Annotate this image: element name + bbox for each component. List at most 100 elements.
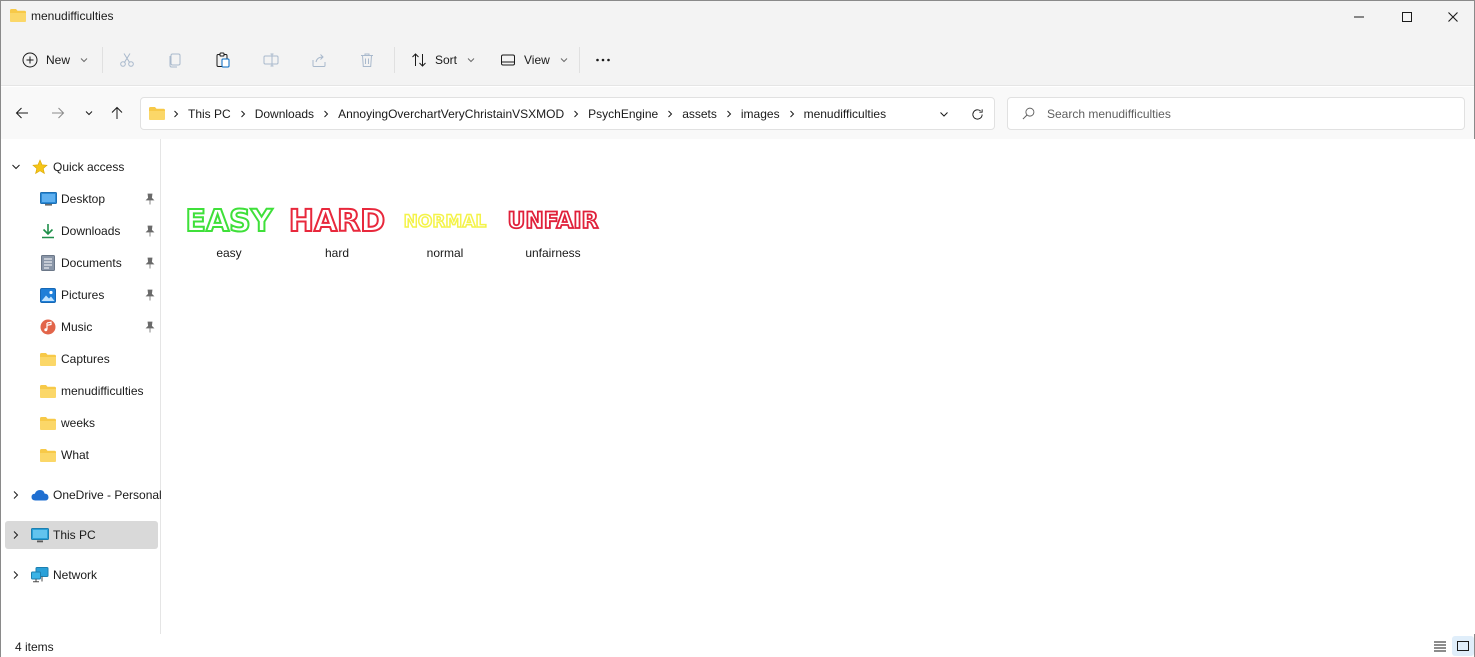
new-label: New [46,53,71,67]
refresh-icon [971,108,983,120]
pin-icon [145,289,155,301]
search-box[interactable] [1007,97,1465,130]
sidebar-item-music[interactable]: Music [5,313,158,341]
back-button[interactable] [10,101,34,125]
sidebar-item-downloads[interactable]: Downloads [5,217,158,245]
documents-icon [39,255,57,271]
breadcrumb-assets[interactable]: assets [682,107,717,121]
title-bar: menudifficulties [1,1,1474,33]
view-button[interactable]: View [500,45,568,75]
sidebar-item-label: Pictures [61,288,105,302]
maximize-icon [1402,12,1412,22]
file-name: easy [216,246,242,260]
thumbnail-text: HARD [288,204,386,239]
thumbnail-text: UNFAIR [507,208,600,235]
close-button[interactable] [1430,1,1475,33]
sidebar-item-network[interactable]: Network [5,561,158,589]
status-bar: 4 items [1,634,1474,657]
new-button[interactable]: New [22,45,88,75]
sidebar-item-onedrive[interactable]: OneDrive - Personal [5,481,162,509]
sidebar-item-label: OneDrive - Personal [53,488,162,502]
view-icon [501,54,515,66]
sidebar-item-documents[interactable]: Documents [5,249,158,277]
up-button[interactable] [105,101,129,125]
file-list: EASY easy HARD hard NORMAL normal UNFAIR… [162,139,1475,634]
minimize-button[interactable] [1336,1,1382,33]
expand-chevron-icon[interactable] [11,490,21,500]
chevron-down-icon [467,58,475,63]
paste-button[interactable] [215,45,231,75]
window-title: menudifficulties [31,9,114,23]
cut-icon [120,53,134,67]
delete-button[interactable] [359,45,375,75]
sidebar-item-quick-access[interactable]: Quick access [5,153,158,181]
breadcrumb-menudifficulties[interactable]: menudifficulties [804,107,887,121]
pictures-icon [39,287,57,303]
large-icons-view-button[interactable] [1452,636,1474,656]
chevron-right-icon[interactable] [323,110,329,118]
chevron-right-icon[interactable] [573,110,579,118]
file-name: hard [324,246,350,260]
maximize-button[interactable] [1384,1,1430,33]
more-icon [596,58,610,62]
file-item-easy[interactable]: EASY easy [179,205,279,267]
share-button[interactable] [311,45,327,75]
sidebar-item-what[interactable]: What [5,441,158,469]
folder-icon [149,107,165,120]
pin-icon [145,257,155,269]
file-item-unfairness[interactable]: UNFAIR unfairness [503,205,603,267]
chevron-right-icon[interactable] [789,110,795,118]
music-icon [39,319,57,335]
chevron-right-icon[interactable] [726,110,732,118]
details-view-button[interactable] [1429,636,1451,656]
search-input[interactable] [1047,106,1447,121]
expand-chevron-icon[interactable] [11,530,21,540]
command-bar: New Sort View [1,33,1474,86]
expand-chevron-icon[interactable] [11,162,21,172]
sort-button[interactable]: Sort [411,45,475,75]
sidebar-item-desktop[interactable]: Desktop [5,185,158,213]
sidebar-item-label: Music [61,320,93,334]
thumbnail-text: EASY [184,204,273,239]
copy-button[interactable] [167,45,183,75]
sidebar-item-menudifficulties[interactable]: menudifficulties [5,377,158,405]
breadcrumb-psychengine[interactable]: PsychEngine [588,107,658,121]
navigation-pane: Quick access Desktop Downloads Documents [1,139,162,634]
breadcrumb-downloads[interactable]: Downloads [255,107,314,121]
chevron-right-icon[interactable] [667,110,673,118]
sidebar-item-weeks[interactable]: weeks [5,409,158,437]
file-item-hard[interactable]: HARD hard [287,205,387,267]
address-bar[interactable]: This PC Downloads AnnoyingOverchartVeryC… [140,97,995,130]
sidebar-item-captures[interactable]: Captures [5,345,158,373]
file-name: normal [426,246,464,260]
expand-chevron-icon[interactable] [11,570,21,580]
recent-locations-button[interactable] [77,101,101,125]
sidebar-item-label: What [61,448,90,462]
sidebar-item-this-pc[interactable]: This PC [5,521,158,549]
sidebar-item-label: This PC [53,528,96,542]
breadcrumb-images[interactable]: images [741,107,780,121]
copy-icon [169,53,181,68]
file-name: unfairness [525,246,581,260]
breadcrumb-mod-folder[interactable]: AnnoyingOverchartVeryChristainVSXMOD [338,107,564,121]
pin-icon [145,225,155,237]
breadcrumb-this-pc[interactable]: This PC [188,107,231,121]
file-item-normal[interactable]: NORMAL normal [395,205,495,267]
separator [394,47,395,73]
pin-icon [145,193,155,205]
delete-icon [361,53,373,67]
rename-button[interactable] [263,45,279,75]
cut-button[interactable] [119,45,135,75]
refresh-button[interactable] [968,105,986,123]
sidebar-item-pictures[interactable]: Pictures [5,281,158,309]
file-thumbnail: NORMAL [399,205,491,239]
more-options-button[interactable] [595,45,611,75]
address-history-button[interactable] [935,105,953,123]
file-thumbnail: UNFAIR [507,205,599,239]
minimize-icon [1354,16,1364,18]
arrow-up-icon [111,106,123,119]
details-view-icon [1434,641,1446,652]
forward-button[interactable] [46,101,70,125]
chevron-right-icon[interactable] [240,110,246,118]
star-icon [31,159,49,175]
